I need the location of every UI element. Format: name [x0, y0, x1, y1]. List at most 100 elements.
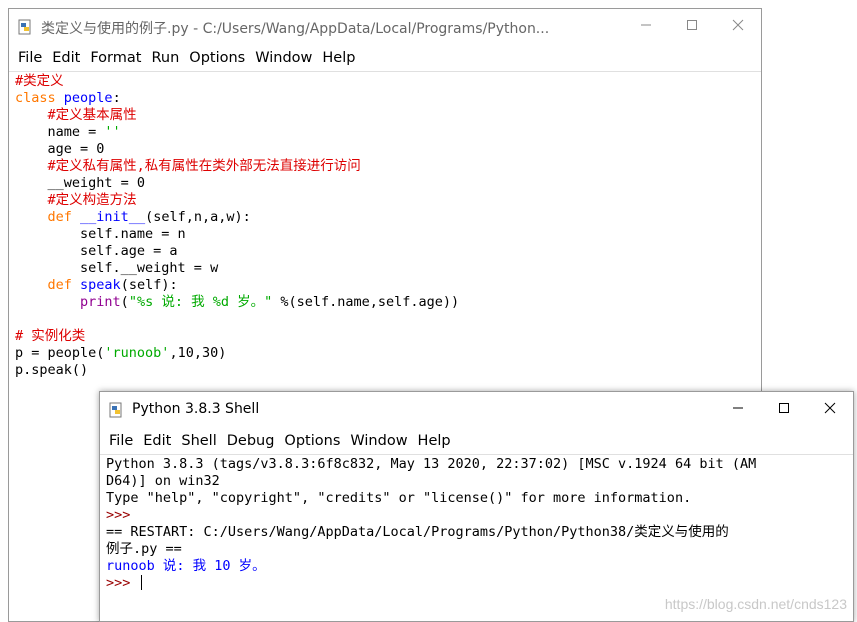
editor-menu-window[interactable]: Window [250, 50, 317, 66]
code-token: >>> [106, 507, 139, 523]
shell-menu-debug[interactable]: Debug [222, 433, 280, 449]
shell-menu-help[interactable]: Help [413, 433, 456, 449]
code-line: == RESTART: C:/Users/Wang/AppData/Local/… [106, 524, 756, 541]
python-shell-icon [109, 402, 122, 418]
code-token: "%s 说: 我 %d 岁。" [128, 294, 273, 310]
maximize-icon [687, 20, 697, 30]
editor-menu-file[interactable]: File [13, 50, 47, 66]
shell-menu-file[interactable]: File [104, 433, 138, 449]
editor-menu-edit[interactable]: Edit [47, 50, 85, 66]
code-token: def [47, 277, 72, 293]
code-line: self.name = n [15, 226, 459, 243]
code-line: D64)] on win32 [106, 473, 756, 490]
code-token: == RESTART: C:/Users/Wang/AppData/Local/… [106, 524, 729, 540]
editor-menu-help[interactable]: Help [317, 50, 360, 66]
code-line: #类定义 [15, 73, 459, 90]
code-line: # 实例化类 [15, 328, 459, 345]
code-line: def speak(self): [15, 277, 459, 294]
code-line: >>> [106, 575, 756, 592]
code-token: D64)] on win32 [106, 473, 220, 489]
code-token: people [63, 90, 113, 106]
code-token: (self,n,a,w): [145, 209, 251, 225]
code-token: #定义基本属性 [47, 107, 137, 123]
code-token: #定义构造方法 [47, 192, 137, 208]
code-token: p = people( [15, 345, 105, 361]
code-token: Python 3.8.3 (tags/v3.8.3:6f8c832, May 1… [106, 456, 757, 472]
code-token: (self): [120, 277, 178, 293]
code-line: #定义基本属性 [15, 107, 459, 124]
maximize-icon [779, 403, 789, 413]
minimize-button[interactable] [623, 9, 669, 41]
shell-output-area[interactable]: Python 3.8.3 (tags/v3.8.3:6f8c832, May 1… [106, 456, 756, 592]
code-line: #定义构造方法 [15, 192, 459, 209]
code-token: self.__weight = w [15, 260, 219, 276]
menu-divider [9, 71, 761, 72]
text-cursor [140, 575, 143, 590]
shell-menu-edit[interactable]: Edit [138, 433, 176, 449]
shell-window: Python 3.8.3 Shell File Edit Shell Debug Opt… [99, 391, 854, 622]
code-line: age = 0 [15, 141, 459, 158]
code-token: '' [104, 124, 121, 140]
code-token: # 实例化类 [15, 328, 86, 344]
code-line: #定义私有属性,私有属性在类外部无法直接进行访问 [15, 158, 459, 175]
code-token: Type "help", "copyright", "credits" or "… [106, 490, 692, 506]
shell-menu-window[interactable]: Window [345, 433, 412, 449]
close-button[interactable] [807, 392, 853, 424]
code-token: %(self.name,self.age)) [272, 294, 460, 310]
code-token: def [47, 209, 72, 225]
code-line: def __init__(self,n,a,w): [15, 209, 459, 226]
code-token: __weight = 0 [15, 175, 146, 191]
menu-divider [100, 454, 853, 455]
code-line: self.age = a [15, 243, 459, 260]
code-token: speak [80, 277, 121, 293]
code-token: 'runoob' [104, 345, 170, 361]
close-button[interactable] [715, 9, 761, 41]
code-token: class [15, 90, 56, 106]
watermark: https://blog.csdn.net/cnds123 [664, 596, 847, 612]
maximize-button[interactable] [761, 392, 807, 424]
code-token: : [112, 90, 121, 106]
editor-title: 类定义与使用的例子.py - C:/Users/Wang/AppData/Loc… [41, 21, 550, 37]
editor-titlebar[interactable]: 类定义与使用的例子.py - C:/Users/Wang/AppData/Loc… [9, 9, 761, 45]
code-token: __init__ [80, 209, 146, 225]
shell-menubar: File Edit Shell Debug Options Window Help [100, 428, 853, 454]
code-token: p.speak() [15, 362, 89, 378]
editor-menubar: File Edit Format Run Options Window Help [9, 45, 761, 71]
minimize-button[interactable] [715, 392, 761, 424]
code-token: age = 0 [15, 141, 105, 157]
code-line: p = people('runoob',10,30) [15, 345, 459, 362]
code-line: class people: [15, 90, 459, 107]
code-line: Type "help", "copyright", "credits" or "… [106, 490, 756, 507]
code-line: Python 3.8.3 (tags/v3.8.3:6f8c832, May 1… [106, 456, 756, 473]
shell-title: Python 3.8.3 Shell [132, 401, 260, 417]
close-icon [732, 19, 744, 31]
shell-menu-options[interactable]: Options [279, 433, 345, 449]
code-token: ( [120, 294, 129, 310]
code-line: p.speak() [15, 362, 459, 379]
code-line: print("%s 说: 我 %d 岁。" %(self.name,self.a… [15, 294, 459, 311]
code-token: runoob 说: 我 10 岁。 [106, 558, 266, 574]
code-line: 例子.py == [106, 541, 756, 558]
minimize-icon [641, 24, 651, 26]
maximize-button[interactable] [669, 9, 715, 41]
code-token: 例子.py == [106, 541, 182, 557]
shell-titlebar[interactable]: Python 3.8.3 Shell [100, 392, 853, 428]
minimize-icon [733, 407, 743, 409]
editor-menu-options[interactable]: Options [184, 50, 250, 66]
code-token: self.name = n [15, 226, 186, 242]
python-file-icon [18, 19, 31, 35]
code-line: self.__weight = w [15, 260, 459, 277]
editor-menu-run[interactable]: Run [146, 50, 184, 66]
code-token: >>> [106, 575, 139, 591]
shell-menu-shell[interactable]: Shell [176, 433, 221, 449]
editor-code-area[interactable]: #类定义 class people: #定义基本属性 name = '' age … [15, 73, 459, 379]
editor-menu-format[interactable]: Format [85, 50, 146, 66]
